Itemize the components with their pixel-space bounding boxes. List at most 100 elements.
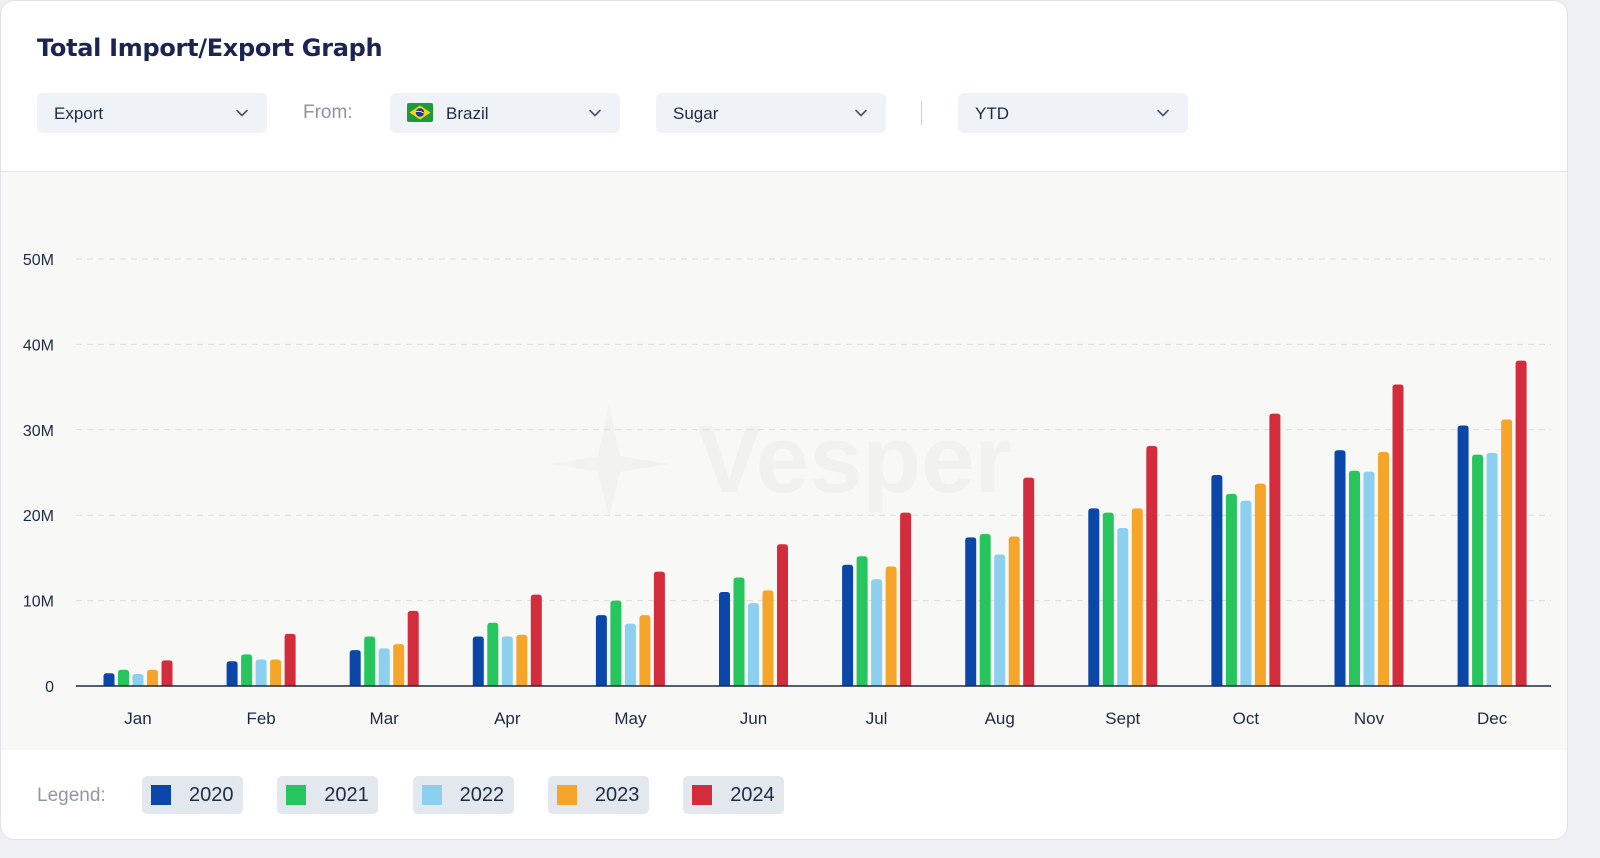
bar-2021-nov[interactable]: [1349, 470, 1360, 686]
bar-2024-dec[interactable]: [1515, 360, 1527, 686]
bar-2021-dec[interactable]: [1472, 454, 1484, 686]
commodity-dropdown[interactable]: Sugar: [656, 93, 886, 133]
bar-2021-aug[interactable]: [979, 533, 991, 686]
bar-2020-apr[interactable]: [472, 636, 484, 686]
bar-2021-jun[interactable]: [733, 577, 745, 686]
watermark-star-icon: [551, 404, 669, 518]
page-title: Total Import/Export Graph: [37, 34, 383, 62]
brazil-flag-icon: [407, 103, 433, 122]
x-tick-label: Aug: [985, 709, 1015, 728]
x-tick-label: Dec: [1477, 709, 1508, 728]
bar-2024-feb[interactable]: [284, 633, 296, 686]
bar-2020-mar[interactable]: [349, 650, 361, 686]
bar-2024-jan[interactable]: [161, 660, 173, 686]
legend-item-2023[interactable]: 2023: [547, 776, 649, 814]
bar-2023-feb[interactable]: [270, 659, 282, 686]
y-tick-label: 10M: [23, 594, 54, 611]
flow-dropdown[interactable]: Export: [37, 93, 267, 133]
period-dropdown[interactable]: YTD: [958, 93, 1188, 133]
bar-2024-mar[interactable]: [407, 610, 419, 686]
bar-2021-sept[interactable]: [1102, 512, 1114, 686]
bar-2023-may[interactable]: [639, 615, 651, 686]
watermark: Vesper: [551, 404, 1012, 518]
bar-2024-sept[interactable]: [1146, 446, 1158, 686]
bar-2020-jul[interactable]: [842, 564, 854, 686]
x-tick-label: Oct: [1233, 709, 1260, 728]
bar-2022-aug[interactable]: [994, 554, 1006, 686]
bar-2022-nov[interactable]: [1363, 471, 1375, 686]
legend: Legend: 2020 2021 2022 2023 2024: [1, 750, 1567, 839]
bar-2020-sept[interactable]: [1088, 508, 1100, 686]
legend-item-2020[interactable]: 2020: [142, 776, 243, 814]
bar-2022-sept[interactable]: [1117, 528, 1129, 686]
bar-2024-nov[interactable]: [1392, 384, 1404, 686]
from-label: From:: [303, 102, 353, 123]
y-tick-label: 20M: [23, 508, 54, 525]
bar-2022-jan[interactable]: [132, 674, 144, 686]
chevron-down-icon: [589, 109, 601, 117]
bar-2020-jun[interactable]: [719, 592, 730, 686]
bar-2024-jul[interactable]: [900, 512, 912, 686]
bar-2021-jul[interactable]: [856, 556, 868, 686]
bar-2023-mar[interactable]: [393, 644, 405, 686]
legend-swatch: [151, 785, 171, 805]
legend-item-2024[interactable]: 2024: [683, 776, 785, 814]
bar-2023-sept[interactable]: [1131, 508, 1143, 686]
period-dropdown-value: YTD: [975, 104, 1009, 123]
bar-2022-feb[interactable]: [255, 659, 267, 686]
chevron-down-icon: [1157, 109, 1169, 117]
legend-label: 2020: [189, 784, 234, 806]
chevron-down-icon: [855, 109, 867, 117]
bar-2023-apr[interactable]: [516, 634, 528, 686]
bar-2020-feb[interactable]: [226, 661, 238, 686]
legend-label: 2024: [730, 784, 775, 806]
bar-2020-nov[interactable]: [1334, 450, 1346, 686]
bar-2023-jun[interactable]: [762, 590, 774, 686]
legend-label: 2022: [459, 784, 505, 806]
header-divider: [921, 101, 922, 125]
legend-swatch: [692, 785, 713, 805]
bar-2020-aug[interactable]: [965, 537, 977, 686]
bar-2023-aug[interactable]: [1008, 536, 1020, 686]
x-tick-label: Jan: [124, 709, 151, 728]
bar-2023-dec[interactable]: [1501, 419, 1513, 686]
bar-2021-mar[interactable]: [364, 636, 376, 686]
bar-2023-oct[interactable]: [1254, 483, 1266, 686]
bar-2024-apr[interactable]: [530, 594, 542, 686]
bar-2022-apr[interactable]: [501, 636, 513, 686]
bar-2022-dec[interactable]: [1486, 452, 1498, 686]
bar-2023-jan[interactable]: [147, 669, 158, 686]
x-tick-label: Apr: [494, 709, 521, 728]
bar-2021-oct[interactable]: [1225, 493, 1237, 686]
legend-swatch: [556, 785, 577, 805]
legend-item-2021[interactable]: 2021: [277, 776, 379, 814]
bar-2022-may[interactable]: [624, 623, 636, 686]
bar-2020-may[interactable]: [595, 615, 607, 686]
bar-2022-oct[interactable]: [1240, 500, 1252, 686]
bar-2022-jul[interactable]: [871, 579, 883, 686]
bar-chart: Vesper 0 10M 20M 30M 40M 50M Jan Feb Mar Apr May Ju…: [23, 252, 1551, 728]
chevron-down-icon: [236, 109, 248, 117]
bar-2021-jan[interactable]: [118, 669, 129, 686]
bar-2023-nov[interactable]: [1378, 452, 1389, 686]
bar-2022-jun[interactable]: [748, 603, 759, 686]
y-tick-label: 0: [45, 679, 54, 696]
x-tick-label: May: [614, 709, 647, 728]
legend-item-2022[interactable]: 2022: [412, 776, 514, 814]
y-tick-label: 30M: [23, 423, 54, 440]
bar-2020-jan[interactable]: [103, 673, 115, 686]
bar-2020-oct[interactable]: [1211, 475, 1223, 686]
chart-card: Total Import/Export Graph Export From: B…: [0, 0, 1568, 840]
bar-2024-oct[interactable]: [1269, 413, 1281, 686]
bar-2021-apr[interactable]: [487, 622, 499, 686]
bar-2024-aug[interactable]: [1023, 477, 1035, 686]
bar-2022-mar[interactable]: [378, 648, 390, 686]
chart-area: Vesper 0 10M 20M 30M 40M 50M Jan Feb Mar Apr May Ju…: [1, 171, 1567, 751]
bar-2024-jun[interactable]: [777, 544, 788, 686]
bar-2024-may[interactable]: [653, 571, 665, 686]
bar-2021-may[interactable]: [610, 600, 622, 686]
country-dropdown[interactable]: Brazil: [390, 93, 620, 133]
bar-2021-feb[interactable]: [241, 654, 253, 686]
bar-2020-dec[interactable]: [1457, 425, 1469, 686]
bar-2023-jul[interactable]: [885, 566, 897, 686]
